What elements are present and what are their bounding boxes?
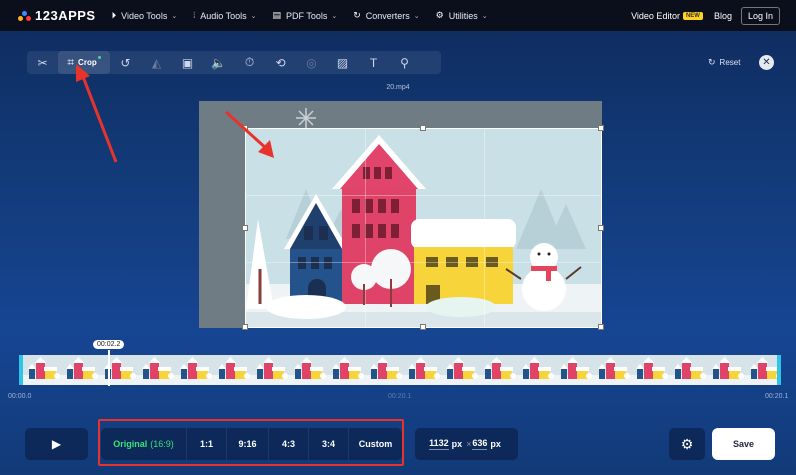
volume-tool-button[interactable]: 🔈 bbox=[203, 51, 234, 74]
close-icon: ✕ bbox=[762, 57, 771, 68]
stabilize-tool-button[interactable]: ◎ bbox=[296, 51, 327, 74]
crop-grid-line bbox=[365, 129, 366, 327]
nav-label: Audio Tools bbox=[200, 10, 247, 21]
remove-logo-tool-button[interactable]: ⚲ bbox=[389, 51, 420, 74]
timeline-start-time: 00:00.0 bbox=[8, 393, 32, 400]
chevron-down-icon: ⌄ bbox=[250, 12, 257, 20]
annotation-arrow-icon bbox=[76, 64, 118, 163]
remove-logo-icon: ⚲ bbox=[400, 55, 409, 70]
gear-icon: ⚙ bbox=[435, 10, 444, 20]
timeline-mid-time: 00:20.1 bbox=[388, 393, 412, 400]
nav-utilities[interactable]: ⚙ Utilities ⌄ bbox=[436, 10, 488, 21]
nav-right: Video Editor NEW Blog Log In bbox=[631, 6, 780, 25]
resize-tool-button[interactable]: ▣ bbox=[172, 51, 203, 74]
document-icon: ▤ bbox=[272, 10, 281, 20]
annotation-arrow-icon bbox=[224, 110, 274, 158]
times-icon: × bbox=[466, 439, 472, 449]
timeline-end-time: 00:20.1 bbox=[765, 393, 789, 400]
crop-grid-line bbox=[246, 195, 601, 196]
settings-button[interactable]: ⚙ bbox=[669, 428, 705, 460]
play-icon: ▶ bbox=[51, 437, 62, 451]
crop-grid-line bbox=[484, 129, 485, 327]
height-input[interactable]: 636 bbox=[472, 438, 488, 450]
crop-handle-top-right[interactable] bbox=[598, 125, 604, 131]
width-input[interactable]: 1132 bbox=[429, 438, 449, 450]
nav-label: Converters bbox=[365, 10, 410, 21]
timeline-thumbnails bbox=[23, 355, 777, 385]
trim-tool-button[interactable]: ✂ bbox=[27, 51, 58, 74]
chevron-down-icon: ⌄ bbox=[171, 12, 178, 20]
waveform-icon: ⦙ bbox=[193, 10, 196, 20]
flip-tool-button[interactable]: ◭ bbox=[141, 51, 172, 74]
new-badge: NEW bbox=[682, 11, 703, 20]
refresh-icon: ↻ bbox=[353, 10, 361, 20]
loop-icon: ⟲ bbox=[275, 55, 286, 70]
stabilize-icon: ◎ bbox=[306, 55, 317, 70]
save-button[interactable]: Save bbox=[712, 428, 775, 460]
chevron-down-icon: ⌄ bbox=[413, 12, 420, 20]
speed-tool-button[interactable]: ⏱ bbox=[234, 51, 265, 74]
flip-icon: ◭ bbox=[151, 55, 162, 70]
logo-icon bbox=[18, 10, 31, 22]
video-frame-illustration bbox=[246, 129, 601, 327]
crop-handle-bottom-left[interactable] bbox=[242, 324, 248, 330]
nav-converters[interactable]: ↻ Converters ⌄ bbox=[353, 10, 419, 21]
loop-tool-button[interactable]: ⟲ bbox=[265, 51, 296, 74]
crop-handle-bottom-right[interactable] bbox=[598, 324, 604, 330]
dimensions-fields: 1132 px × 636 px bbox=[415, 428, 518, 460]
volume-icon: 🔈 bbox=[211, 55, 226, 70]
close-button[interactable]: ✕ bbox=[759, 55, 774, 70]
scissors-icon: ✂ bbox=[37, 55, 48, 70]
crop-grid-line bbox=[246, 262, 601, 263]
speed-icon: ⏱ bbox=[244, 55, 255, 69]
nav-pdf-tools[interactable]: ▤ PDF Tools ⌄ bbox=[272, 10, 337, 21]
snowflake-icon bbox=[296, 108, 316, 128]
crop-handle-right[interactable] bbox=[598, 225, 604, 231]
chevron-down-icon: ⌄ bbox=[331, 12, 338, 20]
image-icon: ▨ bbox=[336, 55, 349, 70]
nav-label: PDF Tools bbox=[286, 10, 328, 21]
gear-icon: ⚙ bbox=[680, 435, 694, 452]
reset-icon: ↻ bbox=[708, 57, 716, 67]
active-indicator bbox=[97, 56, 101, 59]
nav-label: Utilities bbox=[448, 10, 478, 21]
playhead[interactable] bbox=[108, 350, 110, 386]
nav-video-tools[interactable]: ⏵ Video Tools ⌄ bbox=[112, 10, 178, 21]
annotation-highlight-box bbox=[98, 419, 404, 466]
logo-text: 123APPS bbox=[35, 8, 96, 23]
login-button[interactable]: Log In bbox=[740, 6, 780, 25]
top-nav: 123APPS ⏵ Video Tools ⌄ ⦙ Audio Tools ⌄ … bbox=[0, 0, 796, 31]
nav-label: Video Tools bbox=[121, 10, 168, 21]
width-unit: px bbox=[451, 439, 463, 449]
height-unit: px bbox=[490, 439, 501, 449]
logo[interactable]: 123APPS bbox=[18, 8, 96, 23]
video-editor-link[interactable]: Video Editor bbox=[631, 11, 680, 21]
crop-selection[interactable] bbox=[245, 128, 602, 328]
reset-label: Reset bbox=[719, 58, 741, 67]
crop-handle-top[interactable] bbox=[420, 125, 426, 131]
text-tool-button[interactable]: T bbox=[358, 51, 389, 74]
crop-handle-left[interactable] bbox=[242, 225, 248, 231]
play-circle-icon: ⏵ bbox=[111, 10, 117, 20]
resize-icon: ▣ bbox=[181, 55, 194, 70]
current-time-bubble: 00:02.2 bbox=[93, 340, 125, 349]
chevron-down-icon: ⌄ bbox=[481, 12, 488, 20]
crop-handle-bottom[interactable] bbox=[420, 324, 426, 330]
text-icon: T bbox=[369, 55, 378, 70]
play-button[interactable]: ▶ bbox=[25, 428, 88, 460]
nav-audio-tools[interactable]: ⦙ Audio Tools ⌄ bbox=[193, 10, 256, 21]
image-tool-button[interactable]: ▨ bbox=[327, 51, 358, 74]
reset-button[interactable]: ↻ Reset bbox=[708, 57, 740, 68]
blog-link[interactable]: Blog bbox=[714, 11, 732, 21]
timeline-strip[interactable] bbox=[19, 355, 781, 385]
